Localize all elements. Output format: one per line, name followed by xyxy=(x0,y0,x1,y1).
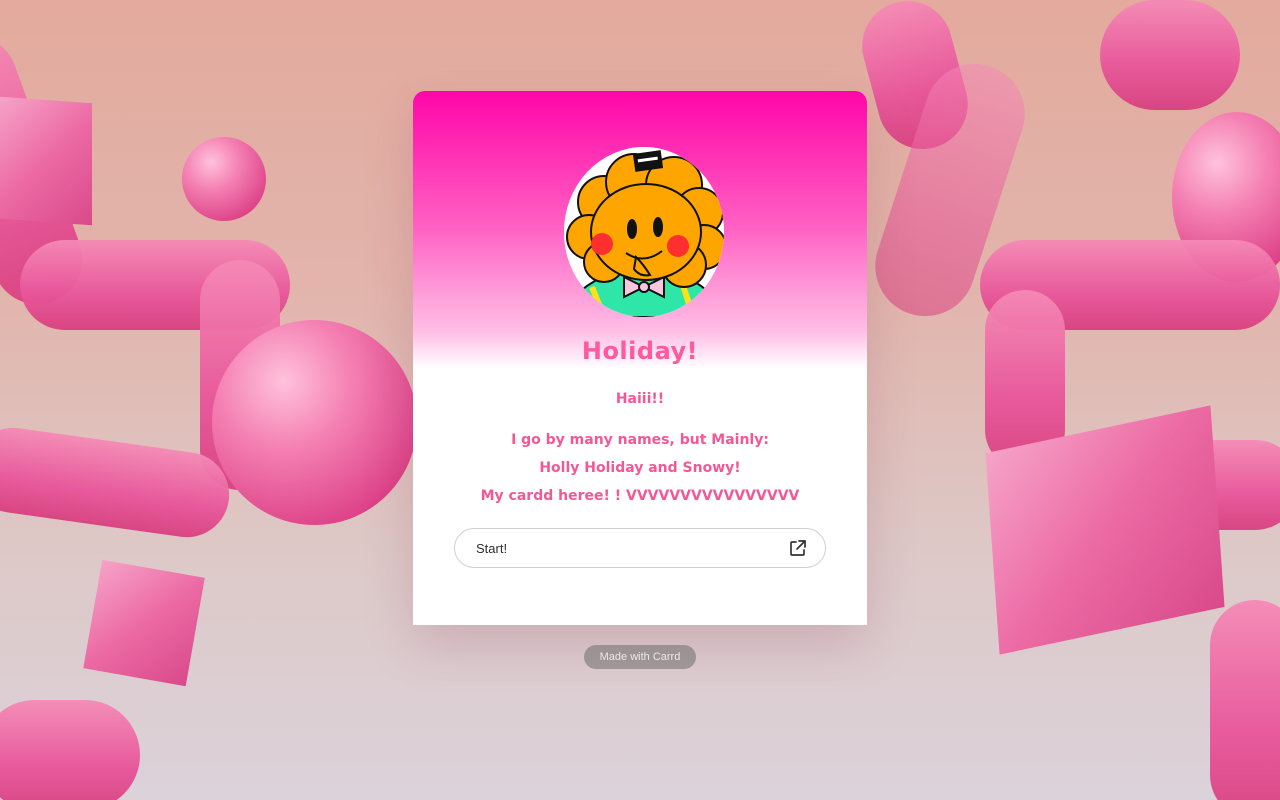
background-sphere xyxy=(182,137,266,221)
profile-title: Holiday! xyxy=(581,337,699,365)
background-cube xyxy=(0,96,92,226)
intro-text: I go by many names, but Mainly: xyxy=(511,432,769,448)
greeting-text: Haiii!! xyxy=(615,391,665,407)
avatar xyxy=(564,147,724,317)
background-tube xyxy=(1210,600,1280,800)
start-button-label: Start! xyxy=(476,540,508,556)
start-button[interactable]: Start! xyxy=(454,528,826,568)
background-sphere xyxy=(212,320,417,525)
names-text: Holly Holiday and Snowy! xyxy=(539,460,741,476)
character-avatar-illustration xyxy=(564,147,724,317)
profile-card: Holiday! Haiii!! I go by many names, but… xyxy=(413,91,867,625)
made-with-carrd-badge[interactable]: Made with Carrd xyxy=(584,645,696,669)
cardd-text: My cardd heree! ! VVVVVVVVVVVVVVVV xyxy=(480,488,800,504)
external-link-icon xyxy=(789,539,807,557)
background-tube xyxy=(0,700,140,800)
background-tube xyxy=(1100,0,1240,110)
background-cube xyxy=(83,559,205,687)
